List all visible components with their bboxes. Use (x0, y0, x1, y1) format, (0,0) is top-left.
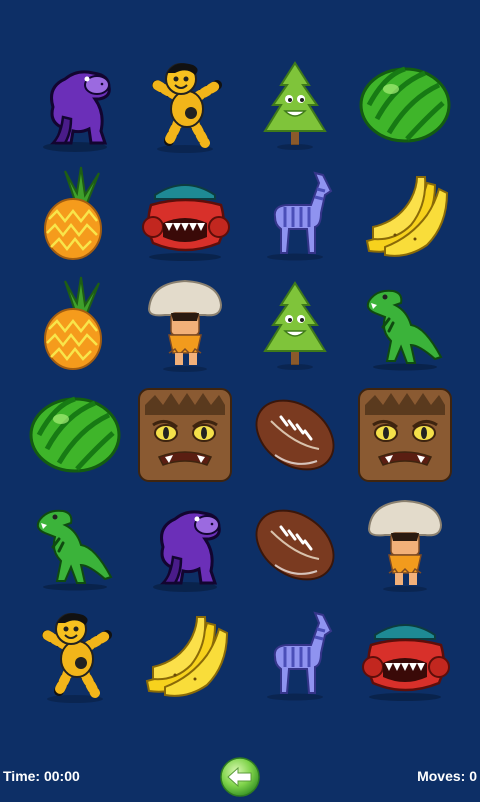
football-icon (255, 509, 335, 581)
card-monster-car-r2c2[interactable] (130, 160, 240, 270)
mushroom-caveman-icon (367, 499, 443, 592)
card-tree-r3c3[interactable] (240, 270, 350, 380)
card-watermelon-r4c1[interactable] (20, 380, 130, 490)
card-zebra-r2c3[interactable] (240, 160, 350, 270)
card-pineapple-r3c1[interactable] (20, 270, 130, 380)
dinosaur-icon (36, 509, 113, 591)
card-mushroom-caveman-r5c4[interactable] (350, 490, 460, 600)
card-werewolf-r4c2[interactable] (130, 380, 240, 490)
monster-car-icon (142, 184, 230, 261)
card-football-r4c3[interactable] (240, 380, 350, 490)
card-tree-r1c3[interactable] (240, 50, 350, 160)
back-arrow-icon (220, 757, 260, 797)
robot-kid-icon (152, 63, 222, 153)
card-dinosaur-r5c1[interactable] (20, 490, 130, 600)
card-robot-kid-r6c1[interactable] (20, 600, 130, 710)
card-werewolf-r4c4[interactable] (350, 380, 460, 490)
timer-label: Time: 00:00 (3, 768, 80, 784)
monster-car-icon (362, 624, 450, 701)
robot-kid-icon (42, 613, 112, 703)
card-zebra-r6c3[interactable] (240, 600, 350, 710)
dinosaur-icon (366, 289, 443, 371)
card-gorilla-r5c2[interactable] (130, 490, 240, 600)
card-football-r5c3[interactable] (240, 490, 350, 600)
zebra-icon (267, 171, 333, 261)
card-banana-r2c4[interactable] (350, 160, 460, 270)
card-mushroom-caveman-r3c2[interactable] (130, 270, 240, 380)
gorilla-icon (153, 510, 221, 592)
card-watermelon-r1c4[interactable] (350, 50, 460, 160)
card-dinosaur-r3c4[interactable] (350, 270, 460, 380)
tree-icon (263, 281, 327, 370)
football-icon (255, 399, 335, 471)
card-gorilla-r1c1[interactable] (20, 50, 130, 160)
watermelon-icon (29, 396, 121, 473)
pineapple-icon (44, 276, 102, 370)
card-robot-kid-r1c2[interactable] (130, 50, 240, 160)
moves-counter: Moves: 0 (417, 768, 477, 784)
tree-icon (263, 61, 327, 150)
mushroom-caveman-icon (147, 279, 223, 372)
card-pineapple-r2c1[interactable] (20, 160, 130, 270)
gorilla-icon (43, 70, 111, 152)
card-banana-r6c2[interactable] (130, 600, 240, 710)
card-grid (20, 50, 460, 710)
card-monster-car-r6c4[interactable] (350, 600, 460, 710)
werewolf-icon (358, 388, 452, 482)
pineapple-icon (44, 166, 102, 260)
back-button[interactable] (220, 757, 260, 797)
watermelon-icon (359, 66, 451, 143)
banana-icon (145, 616, 229, 697)
werewolf-icon (138, 388, 232, 482)
zebra-icon (267, 611, 333, 701)
banana-icon (365, 176, 449, 257)
